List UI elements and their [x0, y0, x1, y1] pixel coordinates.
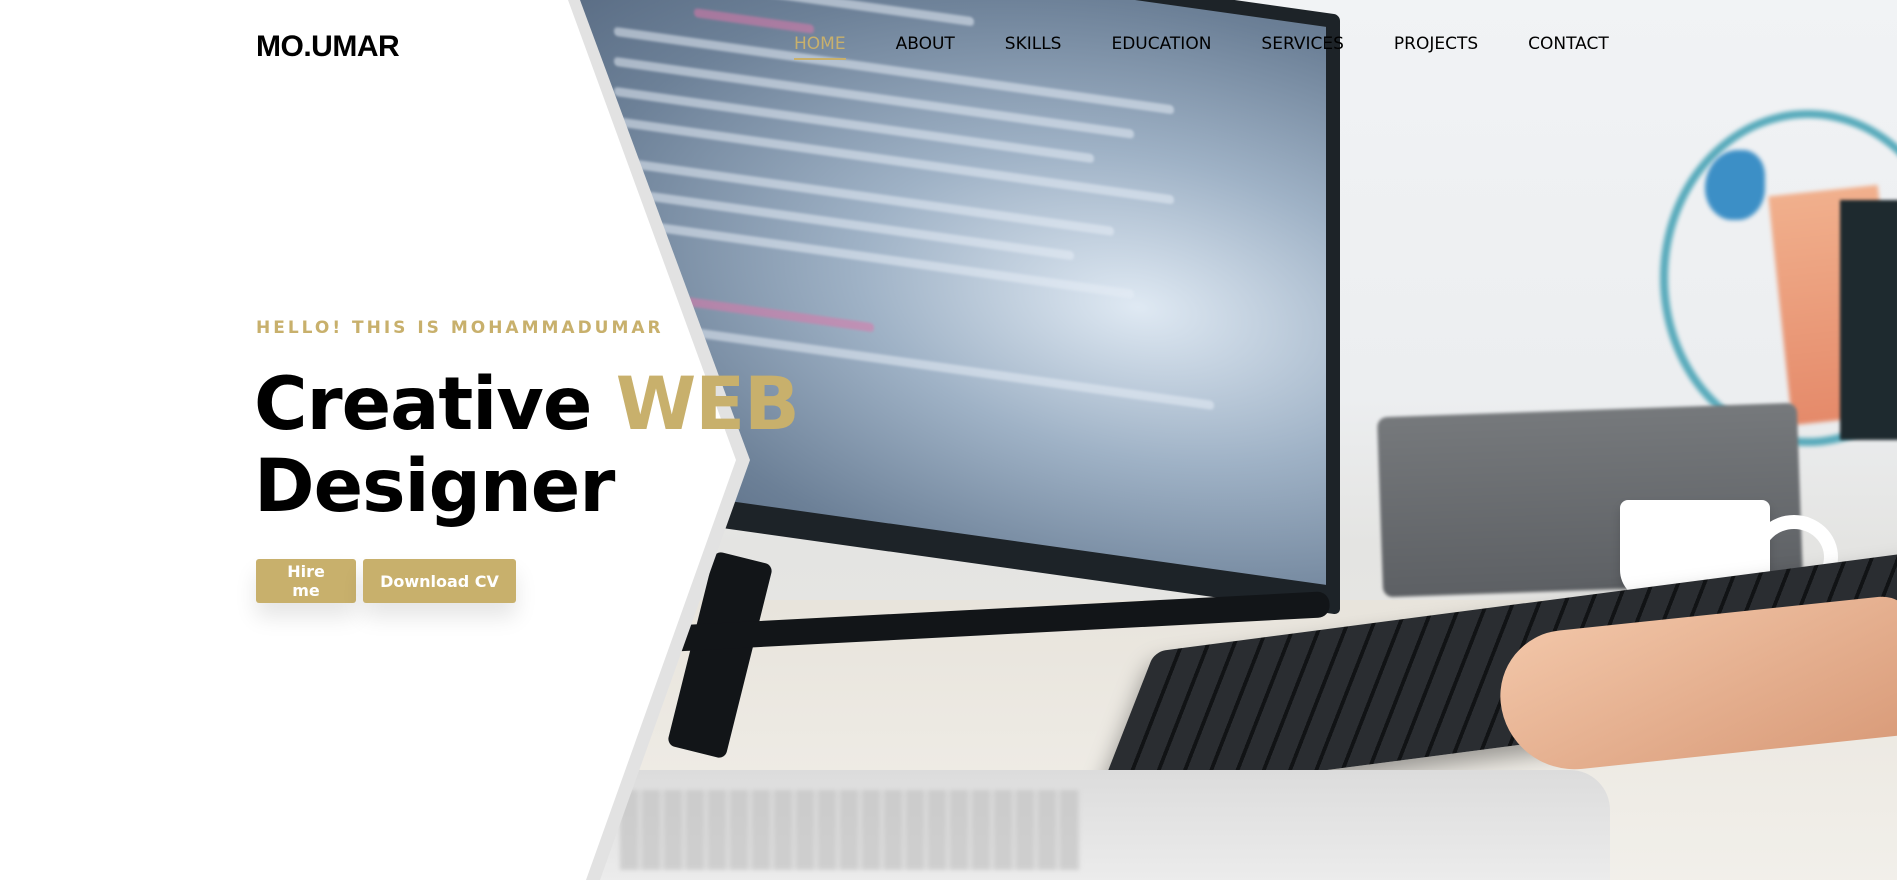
hire-me-button[interactable]: Hire me	[256, 559, 356, 603]
nav-link-projects[interactable]: PROJECTS	[1394, 34, 1478, 58]
brand-logo[interactable]: MO.UMAR	[256, 30, 400, 64]
hero-title: Creative WEB Designer	[254, 362, 800, 529]
nav-link-about[interactable]: ABOUT	[896, 34, 955, 58]
nav-item-projects: PROJECTS	[1394, 34, 1478, 60]
nav-link-skills[interactable]: SKILLS	[1005, 34, 1062, 58]
main-nav: HOME ABOUT SKILLS EDUCATION SERVICES PRO…	[794, 34, 1609, 60]
nav-item-about: ABOUT	[896, 34, 955, 60]
hero-title-accent: WEB	[615, 362, 800, 447]
nav-item-contact: CONTACT	[1528, 34, 1609, 60]
decor-figure	[1705, 150, 1765, 220]
nav-item-skills: SKILLS	[1005, 34, 1062, 60]
laptop-keys	[620, 790, 1080, 870]
nav-item-education: EDUCATION	[1111, 34, 1211, 60]
hero-kicker: HELLO! THIS IS MOHAMMADUMAR	[256, 318, 664, 338]
download-cv-button[interactable]: Download CV	[363, 559, 516, 603]
nav-item-home: HOME	[794, 34, 846, 60]
nav-link-contact[interactable]: CONTACT	[1528, 34, 1609, 58]
hero-title-part2: Designer	[254, 444, 615, 529]
hero-title-part1: Creative	[254, 362, 616, 447]
nav-link-services[interactable]: SERVICES	[1261, 34, 1343, 58]
nav-link-home[interactable]: HOME	[794, 34, 846, 60]
decor-dark-panel	[1840, 200, 1897, 440]
nav-item-services: SERVICES	[1261, 34, 1343, 60]
nav-link-education[interactable]: EDUCATION	[1111, 34, 1211, 58]
